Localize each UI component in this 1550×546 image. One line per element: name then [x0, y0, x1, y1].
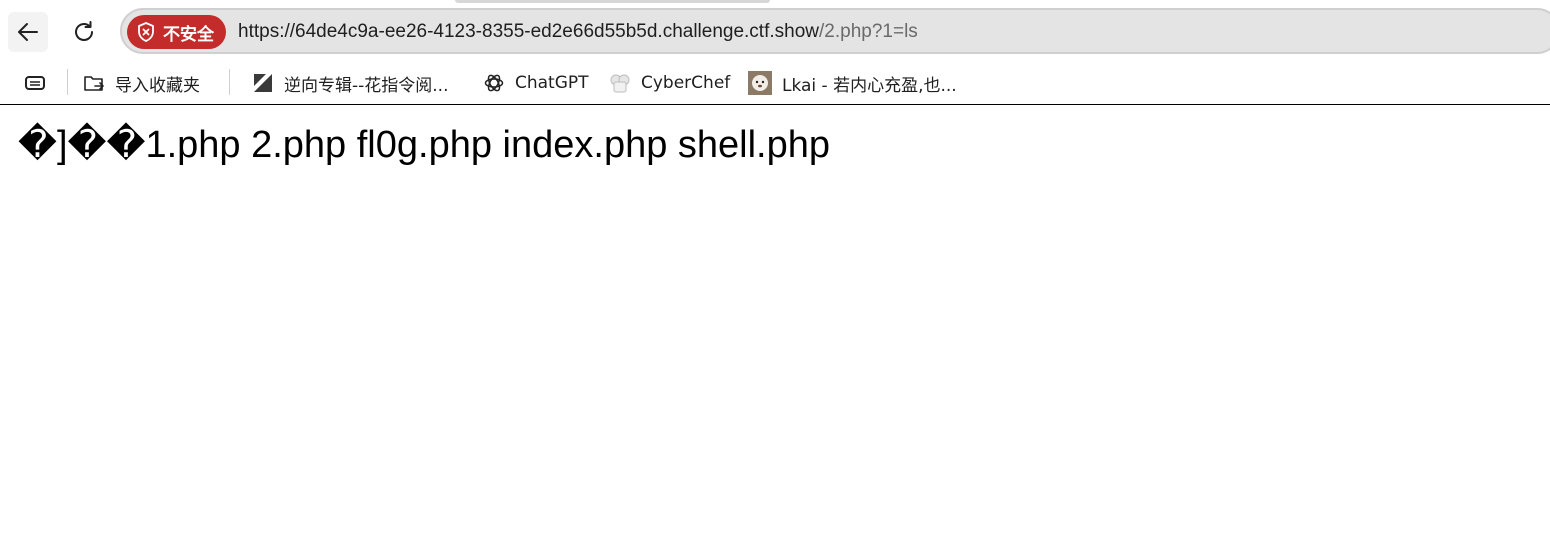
not-secure-label: 不安全	[163, 24, 214, 45]
bookmark-reverse-album[interactable]: 逆向专辑--花指令阅...	[252, 68, 448, 98]
not-secure-badge[interactable]: 不安全	[127, 15, 226, 49]
tab-actions-icon	[25, 76, 45, 90]
back-button[interactable]	[8, 12, 48, 52]
bookmark-chatgpt[interactable]: ChatGPT	[483, 68, 589, 98]
tab-actions-button[interactable]	[22, 72, 48, 94]
bookmark-label: CyberChef	[641, 73, 731, 93]
reload-button[interactable]	[64, 12, 104, 52]
url-path: /2.php?1=ls	[819, 21, 918, 42]
toolbar-divider	[0, 104, 1550, 105]
bookmark-label: 导入收藏夹	[115, 75, 200, 96]
arrow-left-icon	[18, 23, 38, 41]
bookmark-label: ChatGPT	[515, 73, 589, 93]
reload-icon	[75, 21, 93, 41]
browser-toolbar: 不安全 https://64de4c9a-ee26-4123-8355-ed2e…	[0, 0, 1550, 62]
site-favicon	[254, 74, 272, 92]
avatar-favicon	[748, 71, 772, 95]
bookmark-label: 逆向专辑--花指令阅...	[284, 75, 449, 96]
address-bar[interactable]: 不安全 https://64de4c9a-ee26-4123-8355-ed2e…	[120, 8, 1550, 54]
url-host: https://64de4c9a-ee26-4123-8355-ed2e66d5…	[238, 21, 820, 42]
page-output-text: �]��1.php 2.php fl0g.php index.php shel…	[18, 124, 831, 166]
bookmarks-separator	[229, 69, 230, 95]
bookmarks-bar: 导入收藏夹 逆向专辑--花指令阅... ChatGPT CyberChef Lk…	[0, 62, 1550, 104]
url-text[interactable]: https://64de4c9a-ee26-4123-8355-ed2e66d5…	[238, 21, 918, 43]
shield-x-icon	[138, 22, 154, 42]
bookmark-lkai[interactable]: Lkai - 若内心充盈,也...	[748, 68, 957, 98]
chatgpt-icon	[484, 74, 504, 92]
import-favorites-icon	[84, 76, 104, 91]
cyberchef-icon	[610, 74, 630, 93]
bookmarks-separator	[67, 69, 68, 95]
bookmark-import-favorites[interactable]: 导入收藏夹	[83, 68, 200, 98]
bookmark-label: Lkai - 若内心充盈,也...	[782, 75, 957, 96]
active-tab-edge	[455, 0, 770, 3]
bookmark-cyberchef[interactable]: CyberChef	[609, 68, 730, 98]
